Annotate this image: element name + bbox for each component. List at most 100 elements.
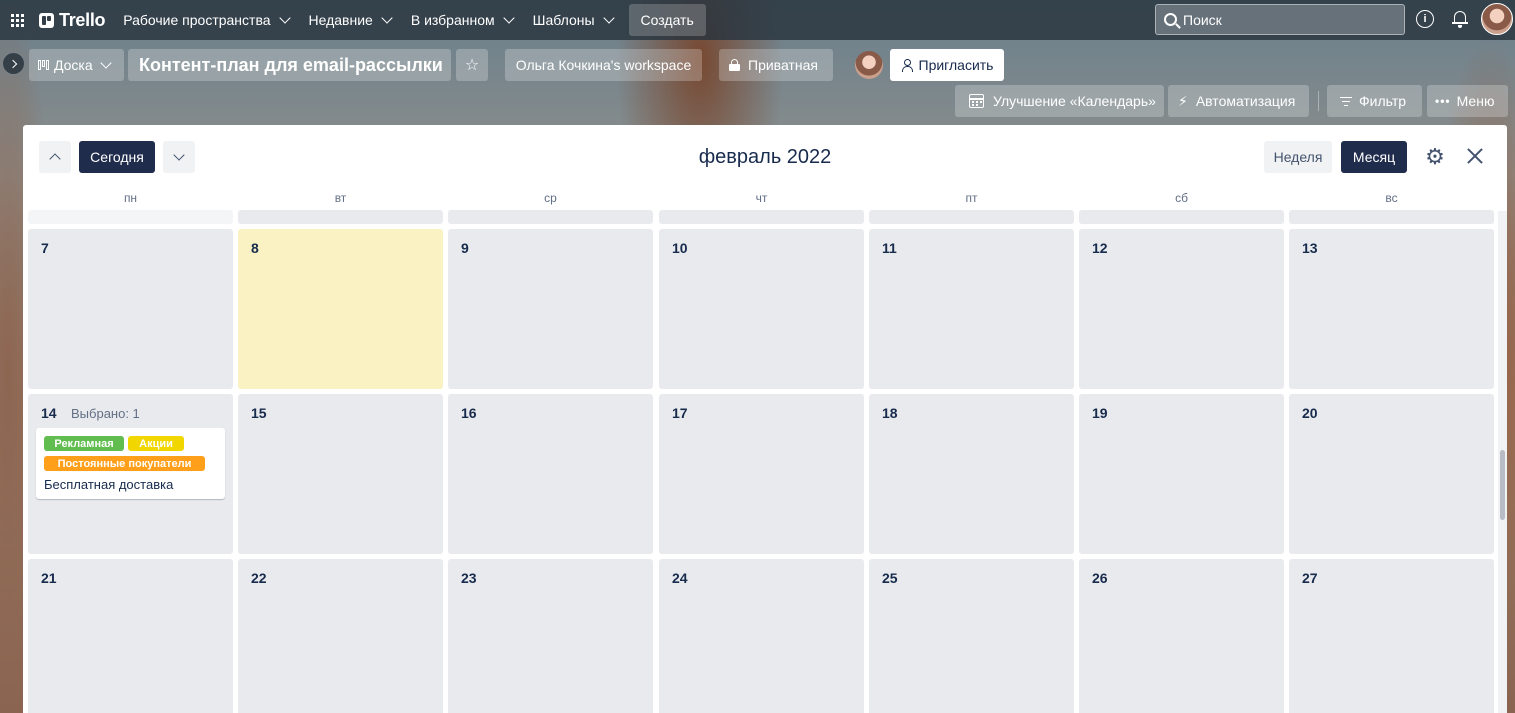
invite-button[interactable]: Пригласить: [890, 49, 1004, 81]
logo-text: Trello: [59, 9, 106, 30]
lock-icon: [729, 59, 740, 71]
close-icon[interactable]: [1465, 146, 1485, 166]
calendar-day-cell[interactable]: 14 Выбрано: 1 Рекламная Акции Постоянные пок…: [28, 394, 233, 554]
nav-starred[interactable]: В избранном: [401, 4, 523, 36]
user-avatar[interactable]: [1481, 3, 1513, 35]
chevron-down-icon: [381, 11, 393, 24]
search-placeholder: Поиск: [1183, 11, 1222, 28]
calendar-day-cell[interactable]: 19: [1079, 394, 1284, 554]
week-view-button[interactable]: Неделя: [1264, 141, 1332, 173]
trello-logo-icon: [39, 12, 54, 28]
day-number: 14: [41, 405, 57, 421]
day-number: 21: [41, 570, 57, 586]
bell-icon[interactable]: [1452, 10, 1468, 28]
chevron-down-icon: [602, 11, 615, 24]
calendar-day-cell[interactable]: [238, 210, 443, 224]
calendar-panel: Сегодня февраль 2022 Неделя Месяц ⚙ пн вт…: [23, 125, 1507, 713]
calendar-day-cell[interactable]: [448, 210, 653, 224]
board-icon: [38, 60, 49, 70]
add-person-icon: [901, 59, 913, 72]
nav-recent[interactable]: Недавние: [299, 4, 401, 36]
board-title[interactable]: Контент-план для email-рассылки: [128, 49, 451, 81]
sidebar-expand-button[interactable]: [2, 52, 25, 75]
calendar-day-cell[interactable]: 21: [28, 559, 233, 713]
calendar-day-cell[interactable]: 12: [1079, 229, 1284, 389]
nav-templates[interactable]: Шаблоны: [523, 4, 623, 36]
info-icon[interactable]: i: [1416, 10, 1434, 28]
invite-label: Пригласить: [918, 57, 994, 73]
day-number: 8: [251, 240, 259, 256]
calendar-day-cell[interactable]: 24: [659, 559, 864, 713]
app-switcher-icon[interactable]: [1, 4, 33, 36]
board-view-switcher[interactable]: Доска: [29, 49, 124, 81]
calendar-day-cell[interactable]: 7: [28, 229, 233, 389]
calendar-day-today[interactable]: 8: [238, 229, 443, 389]
card-label: Постоянные покупатели: [44, 456, 205, 471]
visibility-button[interactable]: Приватная: [719, 49, 833, 81]
calendar-day-cell[interactable]: 10: [659, 229, 864, 389]
calendar-icon: [969, 94, 984, 108]
calendar-day-cell[interactable]: 26: [1079, 559, 1284, 713]
selected-count: Выбрано: 1: [71, 406, 140, 421]
day-number: 26: [1092, 570, 1108, 586]
visibility-label: Приватная: [748, 57, 818, 73]
calendar-day-cell[interactable]: [1289, 210, 1494, 224]
day-number: 19: [1092, 405, 1108, 421]
calendar-day-cell[interactable]: 18: [869, 394, 1074, 554]
lightning-icon: ⚡: [1178, 93, 1188, 109]
weekday-label: сб: [1175, 191, 1188, 205]
search-icon: [1164, 13, 1177, 26]
calendar-day-cell[interactable]: 22: [238, 559, 443, 713]
weekday-label: ср: [544, 191, 557, 205]
chevron-down-icon: [502, 11, 515, 24]
day-number: 15: [251, 405, 267, 421]
day-number: 9: [461, 240, 469, 256]
calendar-day-cell[interactable]: 20: [1289, 394, 1494, 554]
scrollbar-thumb[interactable]: [1500, 450, 1505, 520]
chevron-down-icon: [99, 56, 112, 69]
calendar-day-cell[interactable]: 11: [869, 229, 1074, 389]
weekday-label: чт: [755, 191, 768, 205]
powerup-label: Улучшение «Календарь»: [993, 93, 1156, 109]
filter-button[interactable]: Фильтр: [1327, 85, 1422, 117]
automation-button[interactable]: ⚡ Автоматизация: [1168, 85, 1309, 117]
day-number: 20: [1302, 405, 1318, 421]
calendar-day-cell[interactable]: 25: [869, 559, 1074, 713]
automation-label: Автоматизация: [1195, 93, 1296, 109]
chevron-right-icon: [8, 59, 17, 68]
day-number: 27: [1302, 570, 1318, 586]
chevron-down-icon: [278, 11, 291, 24]
calendar-day-cell[interactable]: [28, 210, 233, 224]
search-input[interactable]: Поиск: [1155, 4, 1405, 35]
day-number: 13: [1302, 240, 1318, 256]
weekday-label: вт: [334, 191, 347, 205]
create-button[interactable]: Создать: [628, 4, 706, 36]
day-number: 10: [672, 240, 688, 256]
weekday-label: пт: [965, 191, 978, 205]
calendar-powerup-button[interactable]: Улучшение «Календарь»: [955, 85, 1164, 117]
calendar-day-cell[interactable]: 13: [1289, 229, 1494, 389]
calendar-card[interactable]: Рекламная Акции Постоянные покупатели Беспл…: [36, 428, 225, 499]
day-number: 11: [882, 240, 897, 256]
calendar-day-cell[interactable]: 17: [659, 394, 864, 554]
menu-label: Меню: [1456, 93, 1495, 109]
menu-button[interactable]: ••• Меню: [1427, 85, 1508, 117]
star-button[interactable]: ☆: [456, 49, 488, 81]
calendar-day-cell[interactable]: [659, 210, 864, 224]
day-number: 18: [882, 405, 898, 421]
gear-icon[interactable]: ⚙: [1424, 146, 1446, 168]
workspace-button[interactable]: Ольга Кочкина's workspace: [505, 49, 702, 81]
calendar-day-cell[interactable]: 23: [448, 559, 653, 713]
calendar-day-cell[interactable]: 15: [238, 394, 443, 554]
day-number: 7: [41, 240, 49, 256]
calendar-day-cell[interactable]: 16: [448, 394, 653, 554]
calendar-day-cell[interactable]: [869, 210, 1074, 224]
member-avatar[interactable]: [855, 51, 883, 79]
nav-workspaces[interactable]: Рабочие пространства: [113, 4, 298, 36]
day-number: 24: [672, 570, 688, 586]
trello-logo[interactable]: Trello: [39, 9, 106, 31]
calendar-day-cell[interactable]: [1079, 210, 1284, 224]
month-view-button[interactable]: Месяц: [1341, 141, 1407, 173]
calendar-day-cell[interactable]: 27: [1289, 559, 1494, 713]
calendar-day-cell[interactable]: 9: [448, 229, 653, 389]
